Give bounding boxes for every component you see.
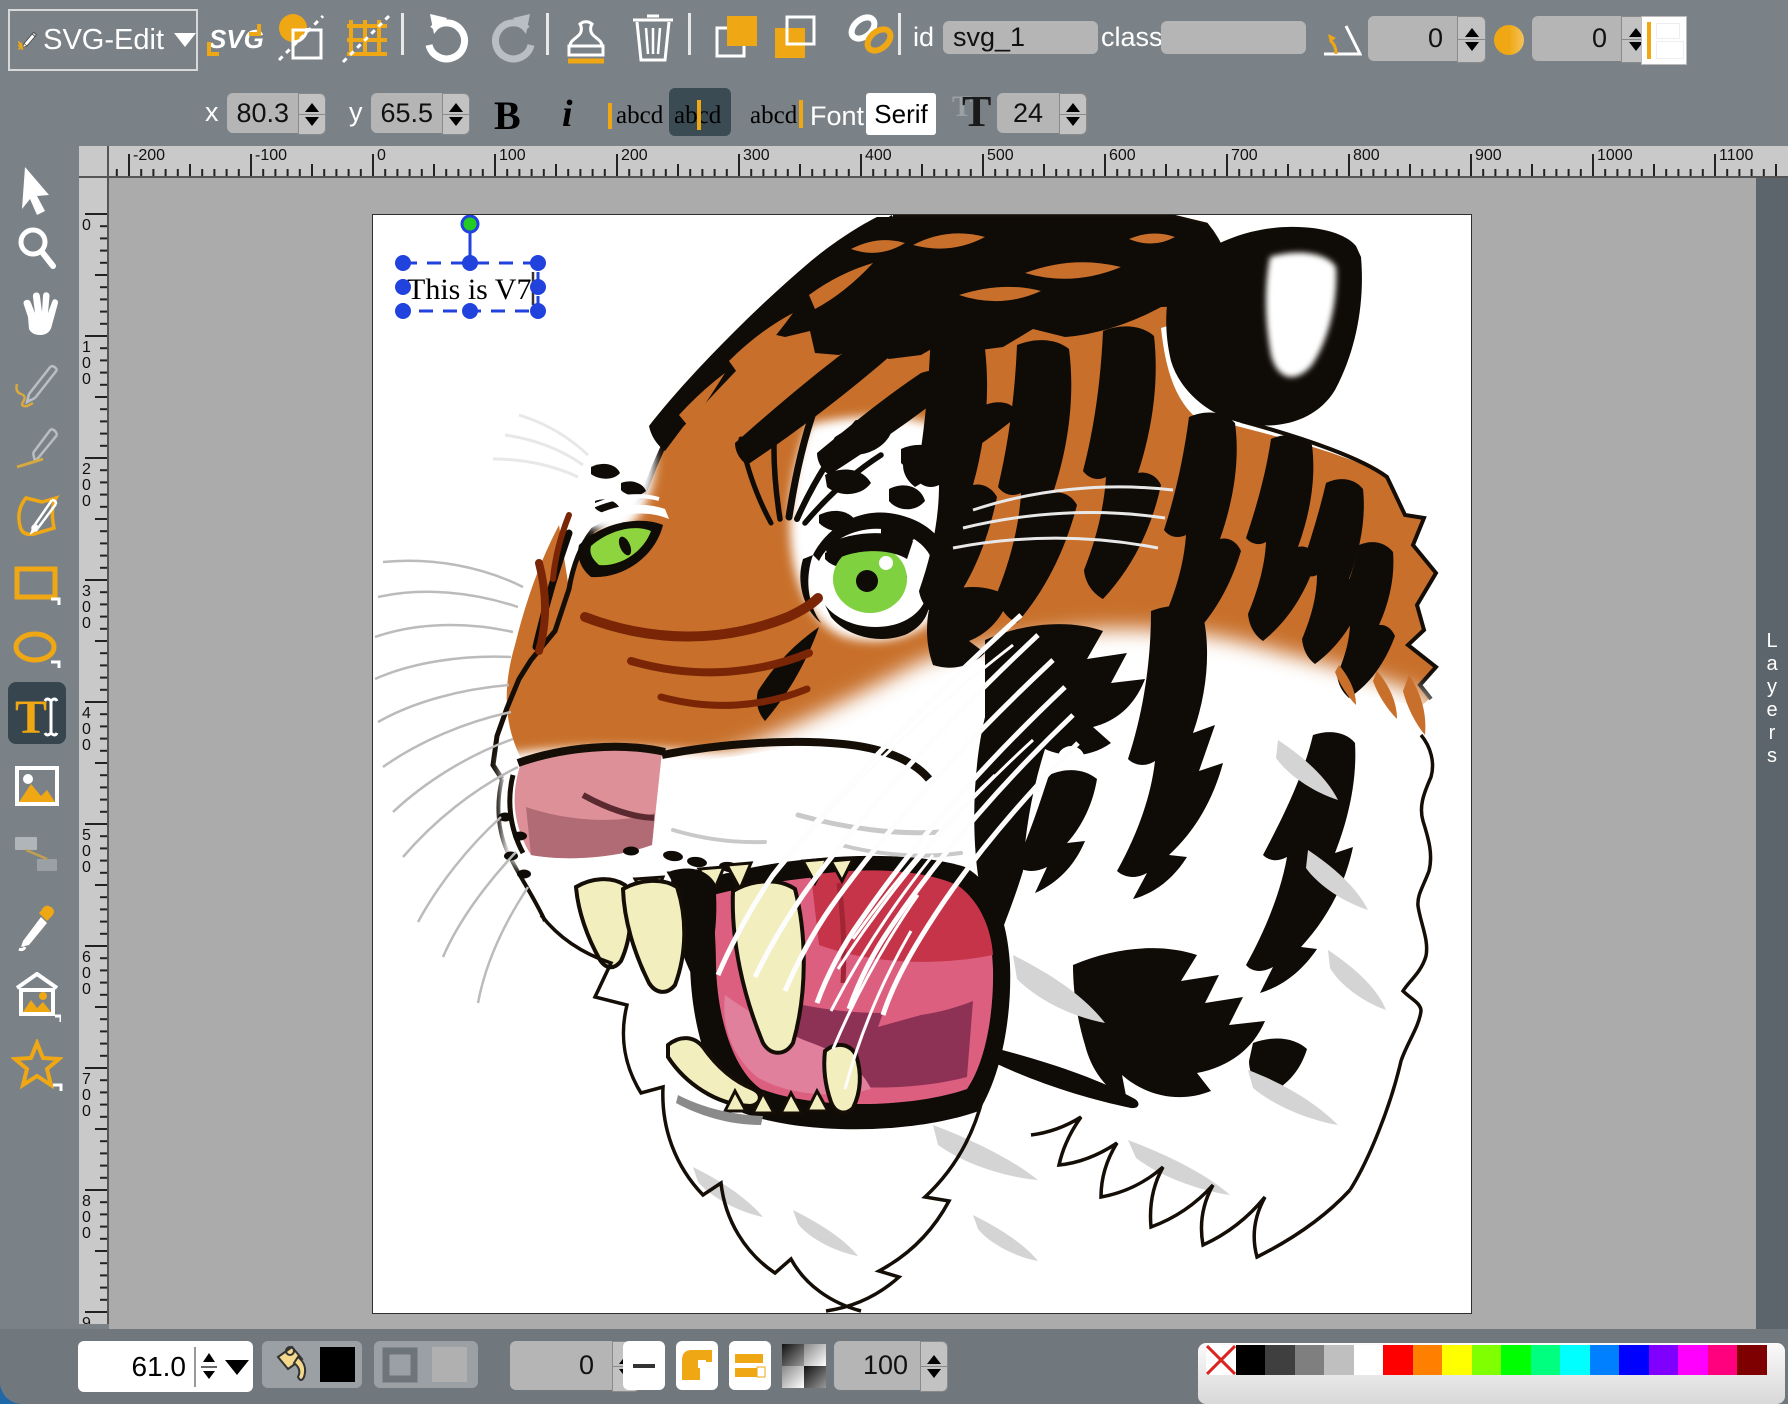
svg-text:This is V7: This is V7 bbox=[407, 273, 531, 306]
svg-text:200: 200 bbox=[621, 147, 648, 164]
svg-text:2: 2 bbox=[82, 461, 91, 478]
svg-text:0: 0 bbox=[82, 1087, 91, 1104]
svg-text:400: 400 bbox=[865, 147, 892, 164]
svg-text:5: 5 bbox=[82, 827, 91, 844]
svg-text:0: 0 bbox=[82, 1103, 91, 1120]
svg-text:T: T bbox=[15, 691, 47, 743]
svg-text:900: 900 bbox=[1475, 147, 1502, 164]
svg-text:3: 3 bbox=[82, 583, 91, 600]
svg-text:1100: 1100 bbox=[1719, 147, 1754, 164]
svg-text:0: 0 bbox=[82, 599, 91, 616]
svg-text:1: 1 bbox=[82, 339, 91, 356]
svg-text:0: 0 bbox=[82, 1225, 91, 1242]
svg-text:-200: -200 bbox=[133, 147, 165, 164]
svg-text:0: 0 bbox=[82, 981, 91, 998]
svg-text:0: 0 bbox=[82, 477, 91, 494]
svg-text:0: 0 bbox=[82, 965, 91, 982]
svg-text:-100: -100 bbox=[255, 147, 287, 164]
svg-text:500: 500 bbox=[987, 147, 1014, 164]
svg-text:1000: 1000 bbox=[1597, 147, 1633, 164]
svg-text:800: 800 bbox=[1353, 147, 1380, 164]
svg-text:6: 6 bbox=[82, 949, 91, 966]
svg-text:0: 0 bbox=[377, 147, 386, 164]
svg-text:0: 0 bbox=[82, 1209, 91, 1226]
svg-text:0: 0 bbox=[82, 843, 91, 860]
svg-text:300: 300 bbox=[743, 147, 770, 164]
svg-text:SVG: SVG bbox=[209, 24, 263, 54]
svg-text:0: 0 bbox=[82, 355, 91, 372]
svg-text:0: 0 bbox=[82, 737, 91, 754]
svg-text:9: 9 bbox=[82, 1315, 91, 1324]
svg-text:0: 0 bbox=[82, 493, 91, 510]
svg-text:0: 0 bbox=[82, 859, 91, 876]
svg-text:100: 100 bbox=[499, 147, 526, 164]
svg-text:0: 0 bbox=[82, 217, 91, 234]
svg-text:0: 0 bbox=[82, 371, 91, 388]
svg-text:8: 8 bbox=[82, 1193, 91, 1210]
svg-text:600: 600 bbox=[1109, 147, 1136, 164]
svg-text:7: 7 bbox=[82, 1071, 91, 1088]
svg-text:700: 700 bbox=[1231, 147, 1258, 164]
svg-text:0: 0 bbox=[82, 721, 91, 738]
svg-text:4: 4 bbox=[82, 705, 91, 722]
svg-text:0: 0 bbox=[82, 615, 91, 632]
